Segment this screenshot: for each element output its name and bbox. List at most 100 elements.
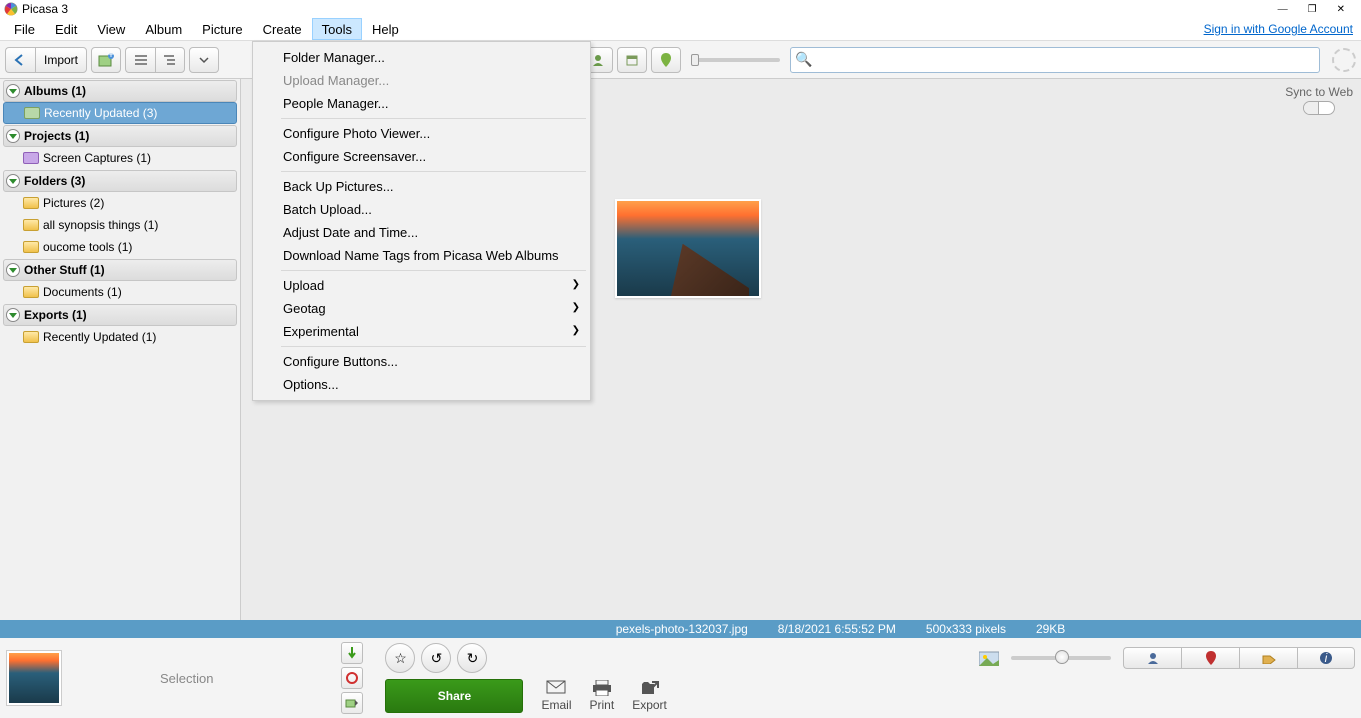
window-title: Picasa 3 bbox=[22, 2, 68, 16]
tools-menu-item[interactable]: Options... bbox=[253, 373, 590, 396]
sidebar-category-header[interactable]: Other Stuff (1) bbox=[3, 259, 237, 281]
view-mode-dropdown[interactable] bbox=[189, 47, 219, 73]
tools-menu-item: Upload Manager... bbox=[253, 69, 590, 92]
sidebar-item-label: Screen Captures (1) bbox=[43, 151, 151, 165]
menu-album[interactable]: Album bbox=[135, 18, 192, 40]
menu-edit[interactable]: Edit bbox=[45, 18, 87, 40]
sidebar-item-label: oucome tools (1) bbox=[43, 240, 132, 254]
tag-tags-button[interactable] bbox=[1239, 647, 1297, 669]
hold-button[interactable] bbox=[341, 642, 363, 664]
sidebar-category-header[interactable]: Projects (1) bbox=[3, 125, 237, 147]
info-filename: pexels-photo-132037.jpg bbox=[616, 622, 748, 636]
sidebar-category-header[interactable]: Albums (1) bbox=[3, 80, 237, 102]
collapse-icon[interactable] bbox=[6, 129, 20, 143]
category-title: Folders (3) bbox=[24, 174, 85, 188]
loading-spinner-icon bbox=[1332, 48, 1356, 72]
tag-people-button[interactable] bbox=[1123, 647, 1181, 669]
add-to-button[interactable] bbox=[341, 692, 363, 714]
view-flat-button[interactable] bbox=[125, 47, 155, 73]
selection-thumbnail[interactable] bbox=[6, 650, 62, 706]
svg-text:+: + bbox=[108, 53, 115, 61]
sidebar-item[interactable]: Recently Updated (1) bbox=[3, 326, 237, 348]
sidebar-item[interactable]: Documents (1) bbox=[3, 281, 237, 303]
tools-menu-item[interactable]: People Manager... bbox=[253, 92, 590, 115]
folder-icon bbox=[23, 241, 39, 253]
sync-toggle[interactable] bbox=[1303, 101, 1335, 115]
collapse-icon[interactable] bbox=[6, 263, 20, 277]
photo-thumbnail[interactable] bbox=[615, 199, 761, 298]
sidebar-item-label: Recently Updated (3) bbox=[44, 106, 157, 120]
close-icon[interactable]: ✕ bbox=[1337, 4, 1345, 15]
sidebar-item-label: Pictures (2) bbox=[43, 196, 104, 210]
sidebar-item[interactable]: Screen Captures (1) bbox=[3, 147, 237, 169]
menu-picture[interactable]: Picture bbox=[192, 18, 252, 40]
tools-menu-item[interactable]: Back Up Pictures... bbox=[253, 175, 590, 198]
sidebar-item[interactable]: Pictures (2) bbox=[3, 192, 237, 214]
sidebar-item-label: all synopsis things (1) bbox=[43, 218, 158, 232]
filter-slider[interactable] bbox=[691, 58, 780, 62]
sidebar-item[interactable]: oucome tools (1) bbox=[3, 236, 237, 258]
new-album-button[interactable]: + bbox=[91, 47, 121, 73]
tools-menu-item[interactable]: Configure Photo Viewer... bbox=[253, 122, 590, 145]
info-datetime: 8/18/2021 6:55:52 PM bbox=[778, 622, 896, 636]
minimize-icon[interactable]: — bbox=[1278, 4, 1288, 15]
tools-menu-item[interactable]: Folder Manager... bbox=[253, 46, 590, 69]
menu-view[interactable]: View bbox=[87, 18, 135, 40]
tools-menu-item[interactable]: Batch Upload... bbox=[253, 198, 590, 221]
sidebar-category-header[interactable]: Exports (1) bbox=[3, 304, 237, 326]
search-input[interactable]: 🔍 bbox=[790, 47, 1320, 73]
share-label: Share bbox=[438, 689, 471, 703]
tools-menu-item[interactable]: Download Name Tags from Picasa Web Album… bbox=[253, 244, 590, 267]
menu-create[interactable]: Create bbox=[253, 18, 312, 40]
sidebar-category-header[interactable]: Folders (3) bbox=[3, 170, 237, 192]
tag-info-button[interactable]: i bbox=[1297, 647, 1355, 669]
menu-bar: File Edit View Album Picture Create Tool… bbox=[0, 18, 1361, 41]
import-label: Import bbox=[44, 53, 78, 67]
submenu-arrow-icon: ❯ bbox=[572, 279, 580, 290]
email-button[interactable]: Email bbox=[541, 680, 571, 712]
toolbar: Import + 🔍 bbox=[0, 41, 1361, 79]
sidebar: Albums (1) Recently Updated (3) Projects (… bbox=[0, 79, 241, 620]
tools-menu-item[interactable]: Adjust Date and Time... bbox=[253, 221, 590, 244]
sidebar-item[interactable]: all synopsis things (1) bbox=[3, 214, 237, 236]
view-tree-button[interactable] bbox=[155, 47, 185, 73]
filter-calendar-button[interactable] bbox=[617, 47, 647, 73]
menu-file[interactable]: File bbox=[4, 18, 45, 40]
sidebar-item-label: Documents (1) bbox=[43, 285, 122, 299]
svg-text:i: i bbox=[1325, 651, 1328, 665]
export-button[interactable]: Export bbox=[632, 680, 667, 712]
menu-help[interactable]: Help bbox=[362, 18, 409, 40]
print-button[interactable]: Print bbox=[590, 680, 615, 712]
collapse-icon[interactable] bbox=[6, 308, 20, 322]
sync-to-web-label: Sync to Web bbox=[1285, 85, 1353, 99]
info-dimensions: 500x333 pixels bbox=[926, 622, 1006, 636]
collapse-icon[interactable] bbox=[6, 174, 20, 188]
email-icon bbox=[546, 680, 566, 696]
sync-to-web[interactable]: Sync to Web bbox=[1285, 85, 1353, 115]
filter-geo-button[interactable] bbox=[651, 47, 681, 73]
share-button[interactable]: Share bbox=[385, 679, 523, 713]
tag-places-button[interactable] bbox=[1181, 647, 1239, 669]
rotate-ccw-button[interactable]: ↺ bbox=[421, 643, 451, 673]
back-button[interactable] bbox=[5, 47, 35, 73]
tools-menu-item[interactable]: Upload❯ bbox=[253, 274, 590, 297]
photo-icon bbox=[979, 650, 999, 666]
sign-in-link[interactable]: Sign in with Google Account bbox=[1204, 22, 1353, 36]
clear-button[interactable] bbox=[341, 667, 363, 689]
sidebar-item[interactable]: Recently Updated (3) bbox=[3, 102, 237, 124]
star-button[interactable]: ☆ bbox=[385, 643, 415, 673]
collapse-icon[interactable] bbox=[6, 84, 20, 98]
folder-icon bbox=[23, 286, 39, 298]
category-title: Albums (1) bbox=[24, 84, 86, 98]
menu-tools[interactable]: Tools bbox=[312, 18, 362, 40]
info-filesize: 29KB bbox=[1036, 622, 1065, 636]
tools-menu-item[interactable]: Experimental❯ bbox=[253, 320, 590, 343]
maximize-icon[interactable]: ❐ bbox=[1308, 4, 1317, 15]
tools-menu-item[interactable]: Configure Buttons... bbox=[253, 350, 590, 373]
zoom-slider[interactable] bbox=[1011, 656, 1111, 660]
tools-menu-item[interactable]: Configure Screensaver... bbox=[253, 145, 590, 168]
proj-icon bbox=[23, 152, 39, 164]
rotate-cw-button[interactable]: ↻ bbox=[457, 643, 487, 673]
import-button[interactable]: Import bbox=[35, 47, 87, 73]
tools-menu-item[interactable]: Geotag❯ bbox=[253, 297, 590, 320]
